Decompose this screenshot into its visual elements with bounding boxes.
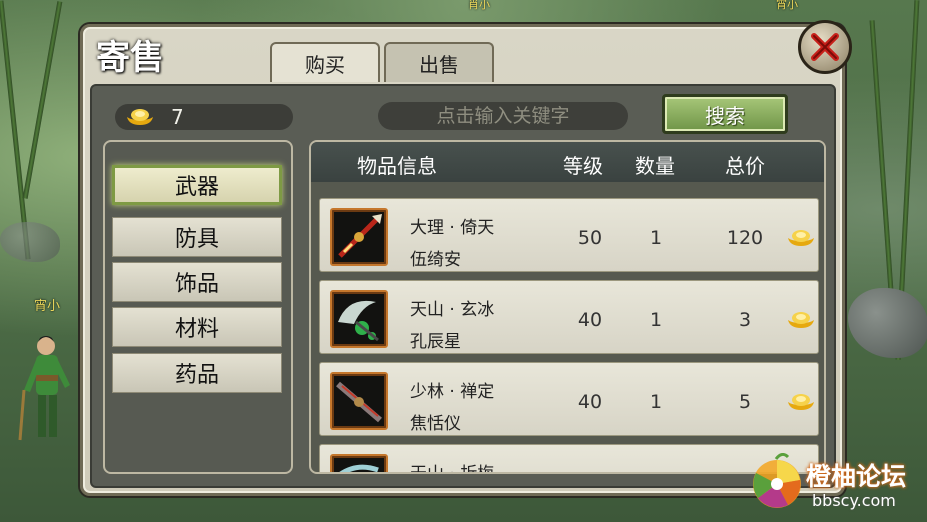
column-total-price: 总价 [725, 154, 765, 178]
item-quantity: 1 [649, 227, 663, 249]
item-price: 5 [738, 391, 752, 413]
forum-watermark: 橙柚论坛 bbscy.com [748, 447, 923, 517]
column-item-info: 物品信息 [357, 154, 437, 178]
item-name: 大理 · 倚天 [410, 218, 495, 238]
search-input[interactable] [378, 102, 628, 130]
npc-name-label: 宵小 [776, 0, 798, 11]
npc-character[interactable] [18, 330, 76, 450]
sword-icon [330, 454, 388, 472]
gold-ingot-icon [788, 312, 814, 328]
gold-balance: 7 [115, 104, 293, 130]
item-name: 天山 · 折梅 [410, 464, 495, 474]
watermark-url: bbscy.com [812, 491, 896, 510]
npc-name-label: 宵小 [34, 299, 61, 314]
tab-sell[interactable]: 出售 [384, 42, 494, 82]
item-quantity: 1 [649, 309, 663, 331]
item-level: 50 [577, 227, 603, 249]
category-materials[interactable]: 材料 [112, 307, 282, 347]
item-list[interactable]: 物品信息 等级 数量 总价 大理 · 倚天 伍绮安 50 1 120 天山 · … [309, 140, 826, 474]
item-quantity: 1 [649, 391, 663, 413]
gold-amount: 7 [171, 105, 184, 129]
seller-name: 伍绮安 [410, 250, 461, 270]
item-price: 120 [726, 227, 764, 249]
item-name: 天山 · 玄冰 [410, 300, 495, 320]
gold-ingot-icon [127, 109, 153, 125]
table-row[interactable]: 大理 · 倚天 伍绮安 50 1 120 [319, 198, 819, 272]
gold-ingot-icon [788, 230, 814, 246]
table-row[interactable]: 天山 · 玄冰 孔辰星 40 1 3 [319, 280, 819, 354]
item-price: 3 [738, 309, 752, 331]
item-level: 40 [577, 391, 603, 413]
gold-ingot-icon [788, 394, 814, 410]
search-button[interactable]: 搜索 [662, 94, 788, 134]
npc-name-label: 肖小 [468, 0, 490, 11]
seller-name: 孔辰星 [410, 332, 461, 352]
close-icon [811, 33, 839, 61]
tab-buy[interactable]: 购买 [270, 42, 380, 82]
spear-icon [330, 208, 388, 266]
category-accessories[interactable]: 饰品 [112, 262, 282, 302]
blade-icon [330, 290, 388, 348]
category-weapons[interactable]: 武器 [112, 165, 282, 205]
table-row[interactable]: 天山 · 折梅 [319, 444, 819, 474]
staff-icon [330, 372, 388, 430]
page-title: 寄售 [96, 38, 164, 78]
item-name: 少林 · 禅定 [410, 382, 495, 402]
column-level: 等级 [563, 154, 603, 178]
close-button[interactable] [798, 20, 852, 74]
table-row[interactable]: 少林 · 禅定 焦恬仪 40 1 5 [319, 362, 819, 436]
category-medicine[interactable]: 药品 [112, 353, 282, 393]
orange-logo-icon [753, 453, 801, 508]
seller-name: 焦恬仪 [410, 414, 461, 434]
category-armor[interactable]: 防具 [112, 217, 282, 257]
item-level: 40 [577, 309, 603, 331]
column-quantity: 数量 [635, 154, 675, 178]
watermark-title: 橙柚论坛 [806, 462, 907, 491]
list-header: 物品信息 等级 数量 总价 [311, 142, 824, 182]
